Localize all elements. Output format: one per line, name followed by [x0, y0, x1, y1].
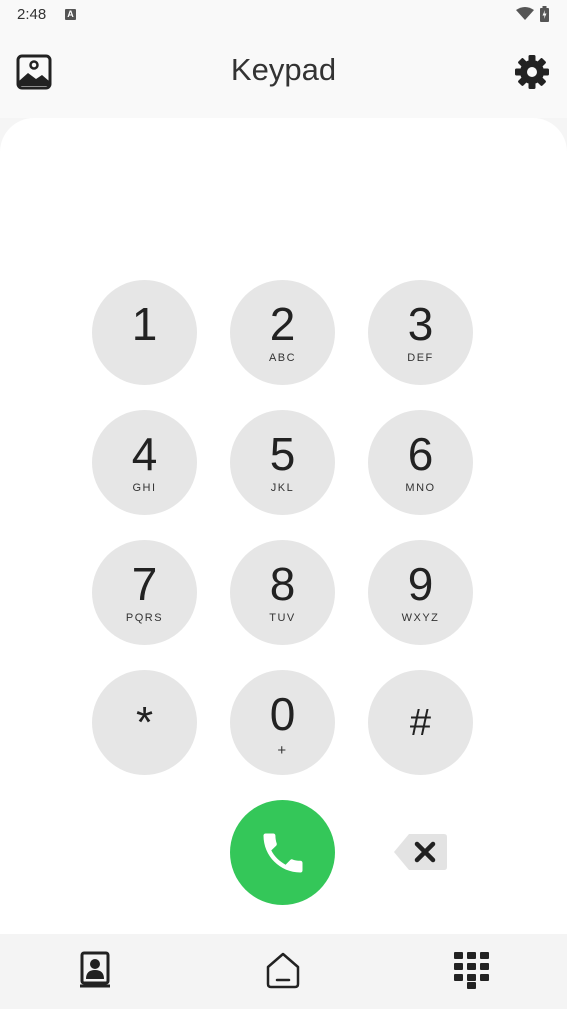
key-digit: #	[409, 701, 432, 744]
key-digit: 3	[407, 298, 434, 350]
key-1[interactable]: 1	[92, 280, 197, 385]
key-digit: 0	[269, 688, 296, 740]
phone-icon	[263, 833, 302, 872]
status-bar: 2:48 A	[0, 0, 567, 32]
contacts-icon	[80, 951, 110, 988]
status-icons	[516, 6, 549, 22]
key-digit: 6	[407, 428, 434, 480]
key-letters: PQRS	[125, 612, 164, 624]
key-letters: GHI	[132, 482, 157, 494]
key-letters: TUV	[269, 612, 296, 624]
key-digit: 4	[131, 428, 158, 480]
key-letters: JKL	[270, 482, 295, 494]
key-digit: 5	[269, 428, 296, 480]
key-digit: 8	[269, 558, 296, 610]
key-4[interactable]: 4 GHI	[92, 410, 197, 515]
settings-gear-icon	[515, 55, 549, 89]
key-2[interactable]: 2 ABC	[230, 280, 335, 385]
delete-button[interactable]	[393, 833, 449, 871]
nav-home[interactable]	[261, 948, 305, 992]
key-letters: +	[277, 742, 288, 759]
key-8[interactable]: 8 TUV	[230, 540, 335, 645]
bottom-nav	[0, 934, 567, 1009]
status-time: 2:48	[17, 6, 47, 23]
key-3[interactable]: 3 DEF	[368, 280, 473, 385]
key-hash[interactable]: #	[368, 670, 473, 775]
call-button[interactable]	[230, 800, 335, 905]
key-digit: 2	[269, 298, 296, 350]
battery-icon	[540, 6, 549, 22]
key-6[interactable]: 6 MNO	[368, 410, 473, 515]
key-0[interactable]: 0 +	[230, 670, 335, 775]
key-7[interactable]: 7 PQRS	[92, 540, 197, 645]
dialer-card: 1 2 ABC 3 DEF 4 GHI 5 JKL 6 MNO 7 PQRS 8…	[0, 118, 567, 934]
wifi-icon	[516, 7, 534, 20]
key-letters: WXYZ	[401, 612, 440, 624]
key-letters: DEF	[407, 352, 434, 364]
key-digit: 7	[131, 558, 158, 610]
nav-contacts[interactable]	[73, 948, 117, 992]
backspace-icon	[394, 834, 447, 870]
key-letters: ABC	[268, 352, 297, 364]
key-9[interactable]: 9 WXYZ	[368, 540, 473, 645]
key-digit: 1	[131, 298, 158, 350]
key-5[interactable]: 5 JKL	[230, 410, 335, 515]
key-star[interactable]: *	[92, 670, 197, 775]
nav-dialpad[interactable]	[450, 948, 494, 992]
home-icon	[266, 952, 300, 989]
key-digit: 9	[407, 558, 434, 610]
dialpad-icon	[454, 952, 489, 989]
a-icon: A	[65, 9, 76, 20]
key-digit: *	[135, 697, 154, 747]
page-title: Keypad	[230, 52, 337, 87]
settings-button[interactable]	[514, 54, 550, 90]
keypad: 1 2 ABC 3 DEF 4 GHI 5 JKL 6 MNO 7 PQRS 8…	[0, 118, 567, 934]
key-letters: MNO	[405, 482, 436, 494]
app-header: Keypad	[0, 32, 567, 118]
